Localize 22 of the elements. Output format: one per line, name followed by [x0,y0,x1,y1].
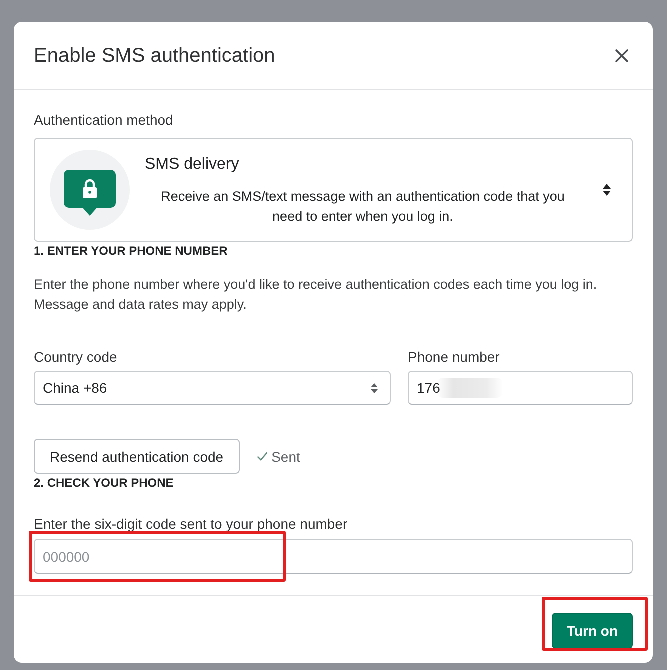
dialog-title: Enable SMS authentication [34,44,276,68]
close-icon [615,48,629,62]
country-code-select[interactable]: China +86 [34,371,391,405]
status-text: Sent [272,448,300,464]
section-heading: 1. ENTER YOUR PHONE NUMBER [34,243,229,259]
code-input-field[interactable]: 000000 [34,539,633,574]
up-down-arrows-icon [603,183,611,197]
close-button[interactable] [615,48,629,62]
field-label: Country code [34,348,118,367]
field-label: Enter the six-digit code sent to your phone number [34,515,349,534]
instructions-text: Enter the phone number where you'd like to receive authentication codes each time you log in. Message and data rates may apply. [34,276,598,314]
field-label: Phone number [408,348,501,367]
method-title: SMS delivery [145,155,240,175]
field-label: Authentication method [34,111,174,130]
method-description: Receive an SMS/text message with an authentication code that you need to enter when you log in. [160,188,566,226]
phone-number-field[interactable]: 176 [408,371,633,405]
up-down-arrows-icon [371,382,378,394]
resend-code-button[interactable]: Resend authentication code [34,439,240,474]
authentication-method-select[interactable]: SMS delivery Receive an SMS/text message with an authentication code that you need to enter when you log in. [34,138,633,242]
turn-on-button[interactable]: Turn on [552,613,633,649]
lock-message-icon [50,150,130,230]
section-heading: 2. CHECK YOUR PHONE [34,475,175,491]
